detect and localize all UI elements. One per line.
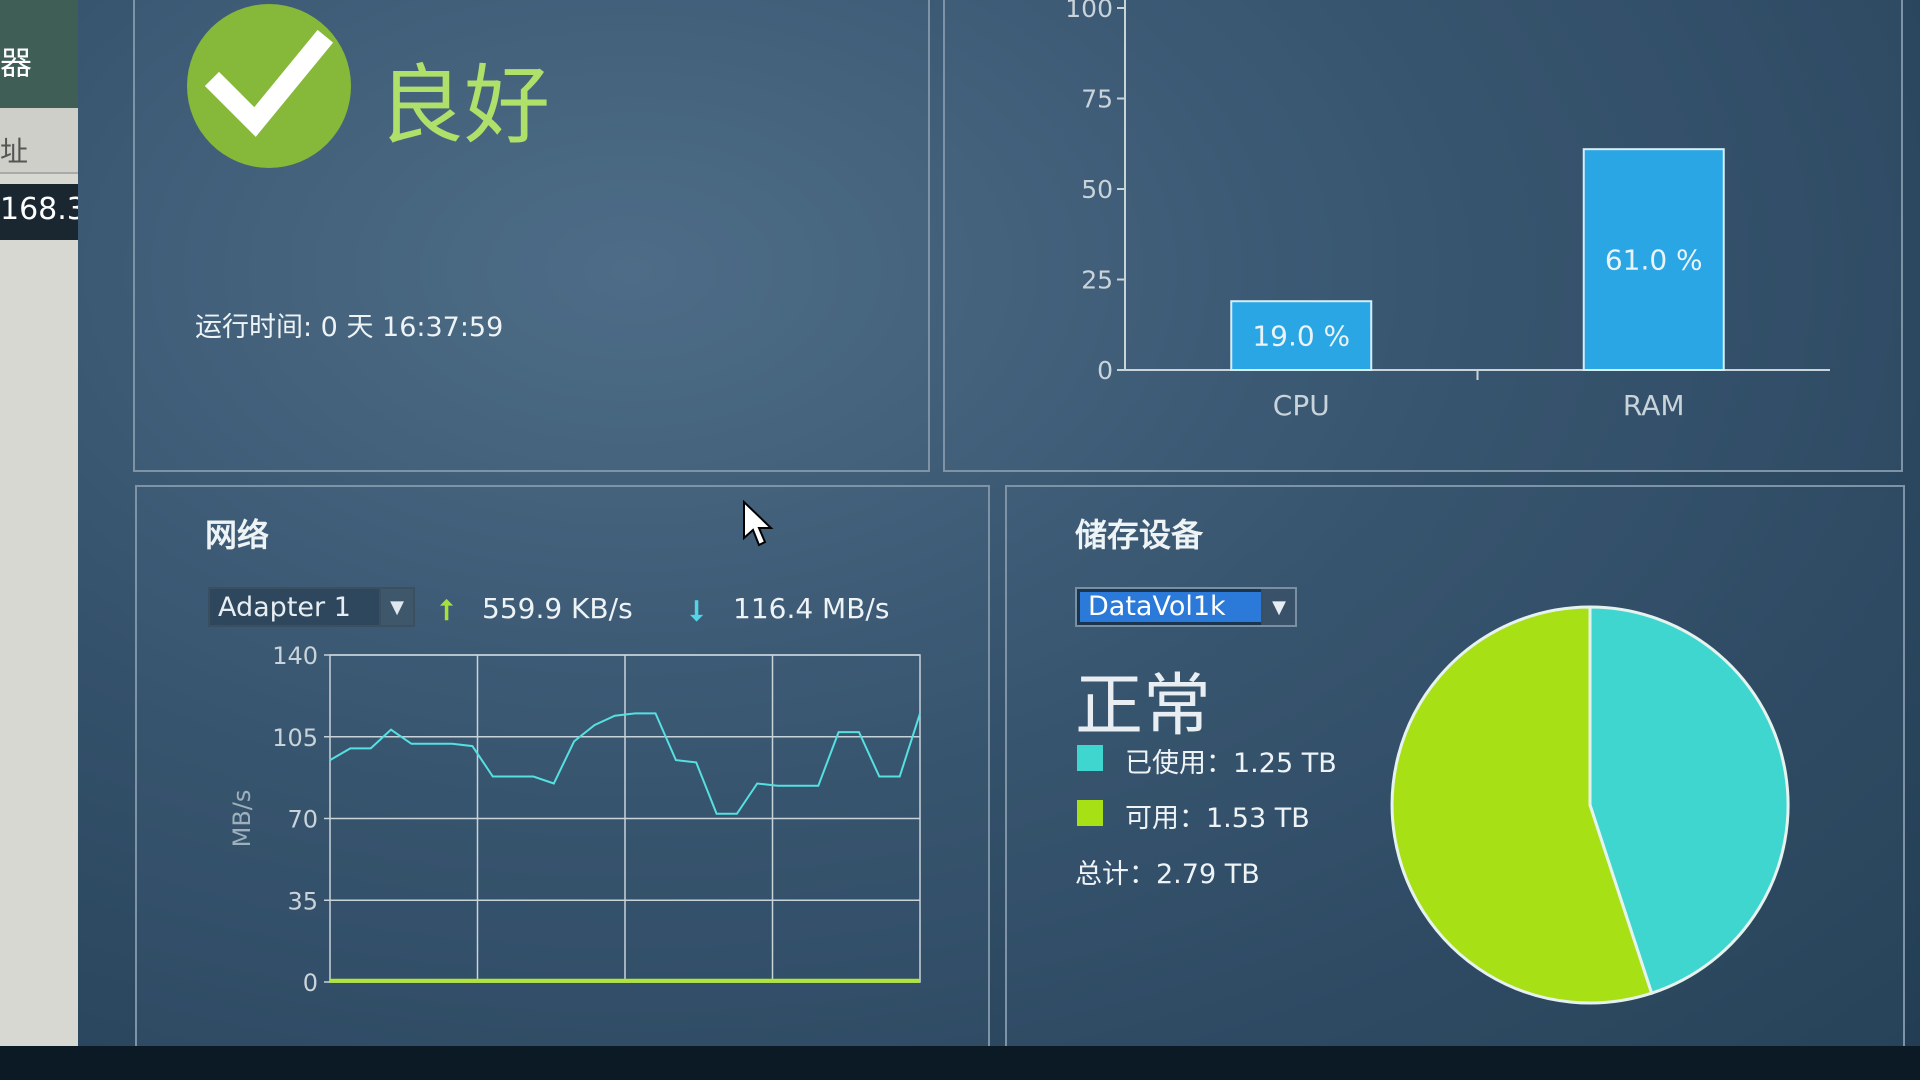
checkmark-icon [187, 4, 351, 168]
upload-arrow-icon: ⭡ [440, 594, 454, 627]
adapter-dropdown-value: Adapter 1 [218, 591, 351, 623]
y-tick-label: 100 [1065, 0, 1113, 23]
upload-speed: 559.9 KB/s [482, 592, 633, 625]
volume-dropdown-value: DataVol1k [1080, 592, 1261, 622]
used-label: 已使用：1.25 TB [1125, 748, 1337, 779]
y-tick-label: 25 [1081, 266, 1113, 295]
storage-pie-chart [1390, 605, 1790, 1005]
storage-title: 储存设备 [1075, 516, 1204, 554]
adapter-dropdown[interactable]: Adapter 1 ▼ [208, 587, 415, 627]
sidebar-title-fragment: 器 [0, 44, 33, 82]
x-tick-label: CPU [1273, 389, 1330, 422]
health-status: 良好 [378, 56, 550, 156]
bar-data-label: 19.0 % [1252, 320, 1350, 353]
used-legend-swatch [1077, 745, 1103, 771]
y-tick-label: 75 [1081, 85, 1113, 114]
uptime-text: 运行时间: 0 天 16:37:59 [195, 312, 504, 343]
y-tick-label: 70 [287, 806, 318, 834]
storage-status: 正常 [1075, 667, 1212, 746]
mouse-cursor-icon [743, 500, 774, 547]
bar-data-label: 61.0 % [1605, 244, 1703, 277]
network-line-chart: 0 35 70 105 140 MB/s [228, 642, 921, 997]
y-tick-label: 0 [303, 969, 318, 997]
chevron-down-icon[interactable]: ▼ [1261, 589, 1295, 625]
download-speed: 116.4 MB/s [733, 592, 890, 625]
y-tick-label: 105 [272, 724, 318, 752]
y-axis-label: MB/s [228, 790, 256, 848]
screen-bezel [0, 1046, 1920, 1080]
free-legend-swatch [1077, 800, 1103, 826]
volume-dropdown[interactable]: DataVol1k ▼ [1075, 587, 1297, 627]
download-arrow-icon: ⭣ [690, 594, 704, 627]
x-tick-label: RAM [1623, 389, 1685, 422]
chevron-down-icon[interactable]: ▼ [379, 589, 413, 625]
address-label: 址 [0, 135, 29, 168]
total-label: 总计：2.79 TB [1075, 859, 1260, 890]
y-tick-label: 50 [1081, 175, 1113, 204]
y-tick-label: 0 [1097, 356, 1113, 385]
usage-bar-chart: 0 25 50 75 100 19.0 % CPU 61.0 % RAM [1065, 0, 1830, 422]
y-tick-label: 140 [272, 642, 318, 670]
free-label: 可用：1.53 TB [1125, 803, 1310, 834]
network-title: 网络 [205, 516, 270, 554]
y-tick-label: 35 [287, 887, 318, 915]
